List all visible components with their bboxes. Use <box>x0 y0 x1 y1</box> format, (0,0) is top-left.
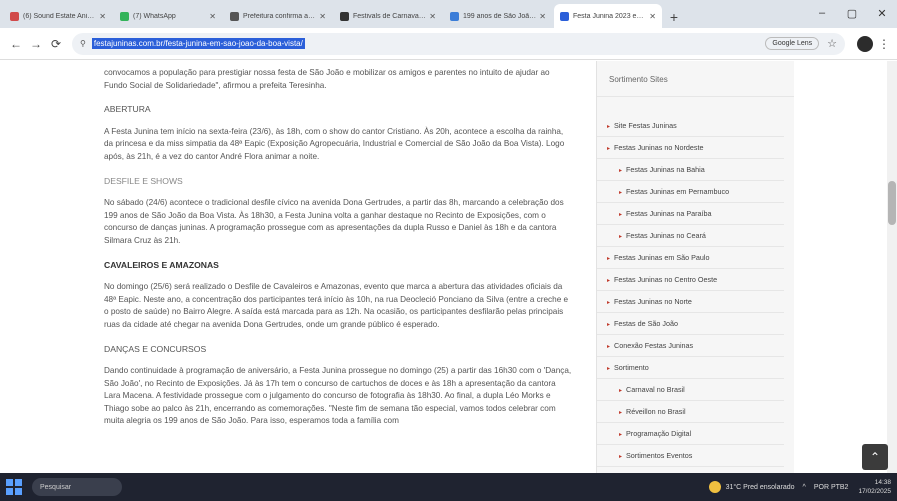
sidebar-link[interactable]: Programação Digital <box>597 423 784 445</box>
article-body: convocamos a população para prestigiar n… <box>104 61 574 439</box>
google-lens-button[interactable]: Google Lens <box>765 37 820 50</box>
tab-favicon-icon <box>340 11 349 21</box>
tab-title: Festa Junina 2023 em São Jo <box>573 12 646 20</box>
sidebar-title: Sortimento Sites <box>597 61 794 97</box>
profile-avatar[interactable] <box>857 35 873 52</box>
tab-strip: (6) Sound Estate Animal Lic✕(7) WhatsApp… <box>0 0 897 28</box>
sidebar-link[interactable]: Sortimento <box>597 357 784 379</box>
back-icon[interactable]: ← <box>6 34 26 54</box>
browser-tab[interactable]: Festa Junina 2023 em São Jo✕ <box>554 4 662 28</box>
system-tray: 31°C Pred ensolarado ^ POR PTB2 14:38 17… <box>708 478 891 496</box>
url-text[interactable]: festajuninas.com.br/festa-junina-em-sao-… <box>91 38 305 49</box>
tab-favicon-icon <box>230 11 239 21</box>
browser-tab[interactable]: Prefeitura confirma as datas✕ <box>224 4 332 28</box>
tab-favicon-icon <box>10 11 19 21</box>
clock-time: 14:38 <box>874 479 891 486</box>
scrollbar-thumb[interactable] <box>888 181 896 225</box>
window-controls: – ▢ ✕ <box>807 0 897 26</box>
sidebar-list: Site Festas JuninasFestas Juninas no Nor… <box>597 97 794 473</box>
tab-close-icon[interactable]: ✕ <box>209 12 216 21</box>
tab-close-icon[interactable]: ✕ <box>319 12 326 21</box>
weather-icon <box>708 481 721 493</box>
sidebar-link[interactable]: Conexão Festas Juninas <box>597 335 784 357</box>
forward-icon[interactable]: → <box>26 34 46 54</box>
section-heading: ABERTURA <box>104 104 151 115</box>
tab-favicon-icon <box>120 11 129 21</box>
tab-title: Prefeitura confirma as datas <box>243 12 316 20</box>
section-heading: DANÇAS E CONCURSOS <box>104 343 207 354</box>
minimize-icon[interactable]: – <box>807 0 837 26</box>
close-window-icon[interactable]: ✕ <box>867 0 897 26</box>
tab-title: Festivals de Carnaval no Bras <box>353 12 427 20</box>
weather-text[interactable]: 31°C Pred ensolarado <box>726 484 795 491</box>
sidebar-link[interactable]: Site Festas Juninas <box>597 115 784 137</box>
tab-title: (6) Sound Estate Animal Lic <box>23 12 96 20</box>
sidebar: Sortimento Sites Site Festas JuninasFest… <box>596 61 794 473</box>
tab-close-icon[interactable]: ✕ <box>99 12 106 21</box>
section-paragraph: No domingo (25/6) será realizado o Desfi… <box>104 282 569 329</box>
sidebar-link[interactable]: Festas de São João <box>597 313 784 335</box>
sidebar-link[interactable]: Festas Juninas em São Paulo <box>597 247 784 269</box>
tab-favicon-icon <box>450 11 459 21</box>
tab-close-icon[interactable]: ✕ <box>539 12 546 21</box>
tab-close-icon[interactable]: ✕ <box>429 12 436 21</box>
browser-tab[interactable]: (7) WhatsApp ✕ <box>114 4 222 28</box>
browser-tab[interactable]: 199 anos de São João da Boa✕ <box>444 4 552 28</box>
section-heading: CAVALEIROS E AMAZONAS <box>104 259 219 270</box>
reload-icon[interactable]: ⟳ <box>46 34 66 54</box>
article-intro: convocamos a população para prestigiar n… <box>104 68 550 90</box>
address-bar[interactable]: ⚲ festajuninas.com.br/festa-junina-em-sa… <box>72 32 845 55</box>
tab-title: (7) WhatsApp <box>133 12 176 20</box>
sidebar-link[interactable]: Festas Juninas no Ceará <box>597 225 784 247</box>
sidebar-link[interactable]: Festas Juninas no Nordeste <box>597 137 784 159</box>
taskbar: Pesquisar 31°C Pred ensolarado ^ POR PTB… <box>0 473 897 501</box>
web-page: convocamos a população para prestigiar n… <box>0 61 897 473</box>
browser-toolbar: ← → ⟳ ⚲ festajuninas.com.br/festa-junina… <box>0 28 897 60</box>
tray-up-icon[interactable]: ^ <box>803 484 806 491</box>
browser-tab[interactable]: (6) Sound Estate Animal Lic✕ <box>4 4 112 28</box>
section-paragraph: A Festa Junina tem início na sexta-feira… <box>104 126 565 161</box>
language-indicator[interactable]: POR PTB2 <box>814 484 849 491</box>
sidebar-link[interactable]: Carnaval no Brasil <box>597 379 784 401</box>
maximize-icon[interactable]: ▢ <box>837 0 867 26</box>
sidebar-link[interactable]: Festas Juninas na Bahia <box>597 159 784 181</box>
browser-tab[interactable]: Festivals de Carnaval no Bras✕ <box>334 4 442 28</box>
section-paragraph: Dando continuidade à programação de aniv… <box>104 366 572 426</box>
sidebar-link[interactable]: Festas Juninas em Pernambuco <box>597 181 784 203</box>
taskbar-search[interactable]: Pesquisar <box>32 478 122 496</box>
clock[interactable]: 14:38 17/02/2025 <box>858 478 891 496</box>
tab-favicon-icon <box>560 11 569 21</box>
sidebar-link[interactable]: Sortimentos Eventos <box>597 445 784 467</box>
new-tab-button[interactable]: + <box>664 6 684 28</box>
section-heading: DESFILE E SHOWS <box>104 175 183 186</box>
sidebar-link[interactable]: Réveillon no Brasil <box>597 401 784 423</box>
start-button[interactable] <box>6 479 22 495</box>
back-to-top-button[interactable]: ⌃ <box>862 444 888 470</box>
page-scrollbar[interactable] <box>887 61 897 473</box>
site-info-icon[interactable]: ⚲ <box>80 39 86 48</box>
sidebar-link[interactable]: Festas Juninas no Centro Oeste <box>597 269 784 291</box>
tab-title: 199 anos de São João da Boa <box>463 12 536 20</box>
bookmark-star-icon[interactable]: ☆ <box>827 37 837 50</box>
sidebar-link[interactable]: Festas Juninas na Paraíba <box>597 203 784 225</box>
tab-close-icon[interactable]: ✕ <box>649 12 656 21</box>
sidebar-link[interactable]: Festas Juninas no Norte <box>597 291 784 313</box>
section-paragraph: No sábado (24/6) acontece o tradicional … <box>104 198 564 245</box>
clock-date: 17/02/2025 <box>858 488 891 495</box>
menu-icon[interactable]: ⋮ <box>877 37 891 51</box>
